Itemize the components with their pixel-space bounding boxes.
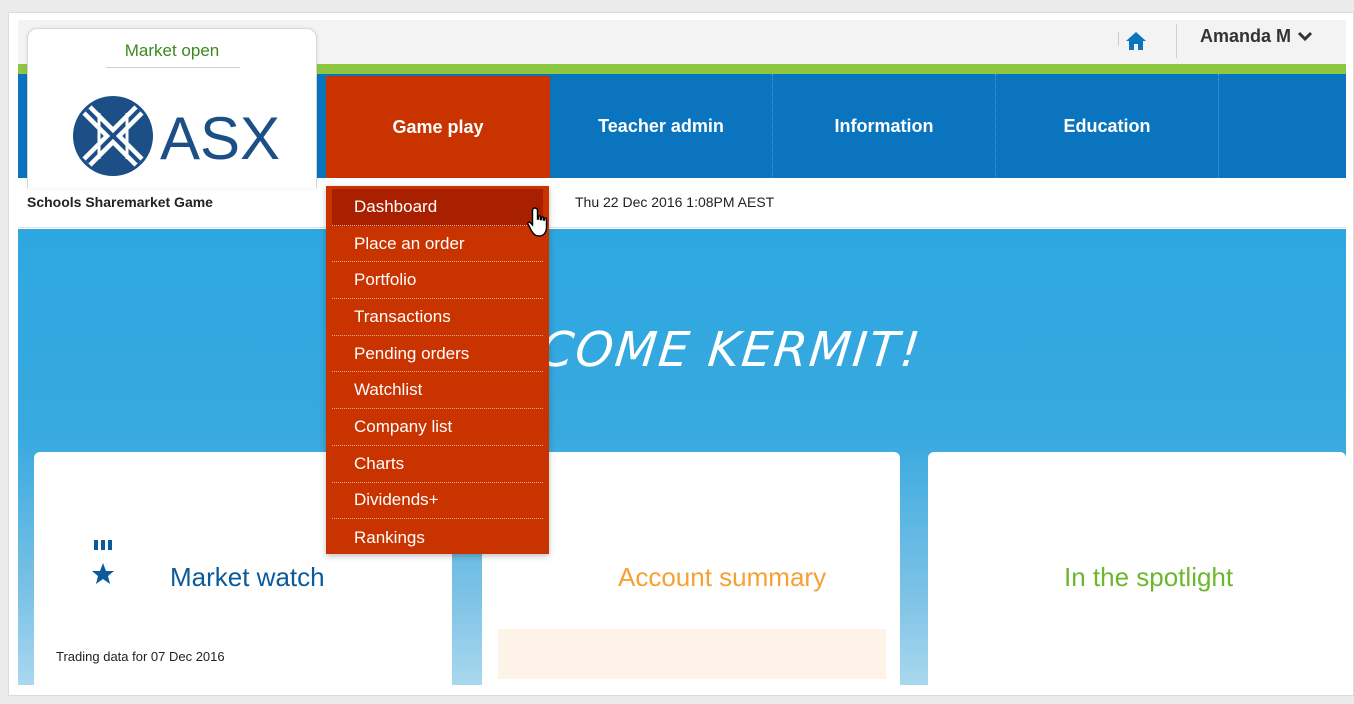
menu-item-company-list[interactable]: Company list: [332, 409, 543, 446]
trading-data-note: Trading data for 07 Dec 2016: [56, 649, 225, 664]
home-icon[interactable]: [1122, 28, 1150, 54]
card-title: In the spotlight: [1064, 562, 1234, 592]
user-menu[interactable]: Amanda M: [1200, 26, 1313, 47]
menu-item-rankings[interactable]: Rankings: [332, 519, 543, 556]
top-separator: [1118, 32, 1119, 46]
account-summary-panel: [498, 629, 886, 679]
menu-item-transactions[interactable]: Transactions: [332, 299, 543, 336]
hand-cursor-icon: [527, 207, 548, 237]
nav-information[interactable]: Information: [773, 74, 995, 178]
chevron-down-icon: [1297, 31, 1313, 41]
in-the-spotlight-card[interactable]: In the spotlight: [928, 452, 1346, 692]
menu-item-pending-orders[interactable]: Pending orders: [332, 336, 543, 373]
card-title: Account summary: [618, 562, 827, 592]
nav-divider: [1218, 74, 1219, 178]
market-datetime: Thu 22 Dec 2016 1:08PM AEST: [575, 194, 775, 210]
status-divider: [106, 67, 240, 68]
top-separator: [1176, 24, 1177, 58]
welcome-heading: COME KERMIT!: [537, 322, 925, 378]
menu-item-watchlist[interactable]: Watchlist: [332, 372, 543, 410]
menu-item-charts[interactable]: Charts: [332, 446, 543, 483]
asx-logo[interactable]: ASX: [70, 93, 280, 179]
logo-text: ASX: [160, 105, 280, 172]
nav-teacher-admin[interactable]: Teacher admin: [550, 74, 772, 178]
site-name: Schools Sharemarket Game: [27, 194, 213, 210]
game-play-dropdown: Dashboard Place an order Portfolio Trans…: [326, 186, 549, 554]
nav-game-play[interactable]: Game play: [326, 76, 550, 178]
menu-item-place-an-order[interactable]: Place an order: [332, 226, 543, 263]
medal-icon: [50, 467, 156, 621]
menu-item-portfolio[interactable]: Portfolio: [332, 262, 543, 300]
menu-item-dividends[interactable]: Dividends+: [332, 483, 543, 520]
card-title: Market watch: [170, 562, 325, 592]
menu-item-dashboard[interactable]: Dashboard: [332, 189, 543, 226]
nav-education[interactable]: Education: [996, 74, 1218, 178]
lightning-icon: [944, 467, 1050, 621]
user-name: Amanda M: [1200, 26, 1292, 46]
logo-card: Market open ASX: [27, 28, 317, 188]
market-status: Market open: [124, 41, 220, 60]
